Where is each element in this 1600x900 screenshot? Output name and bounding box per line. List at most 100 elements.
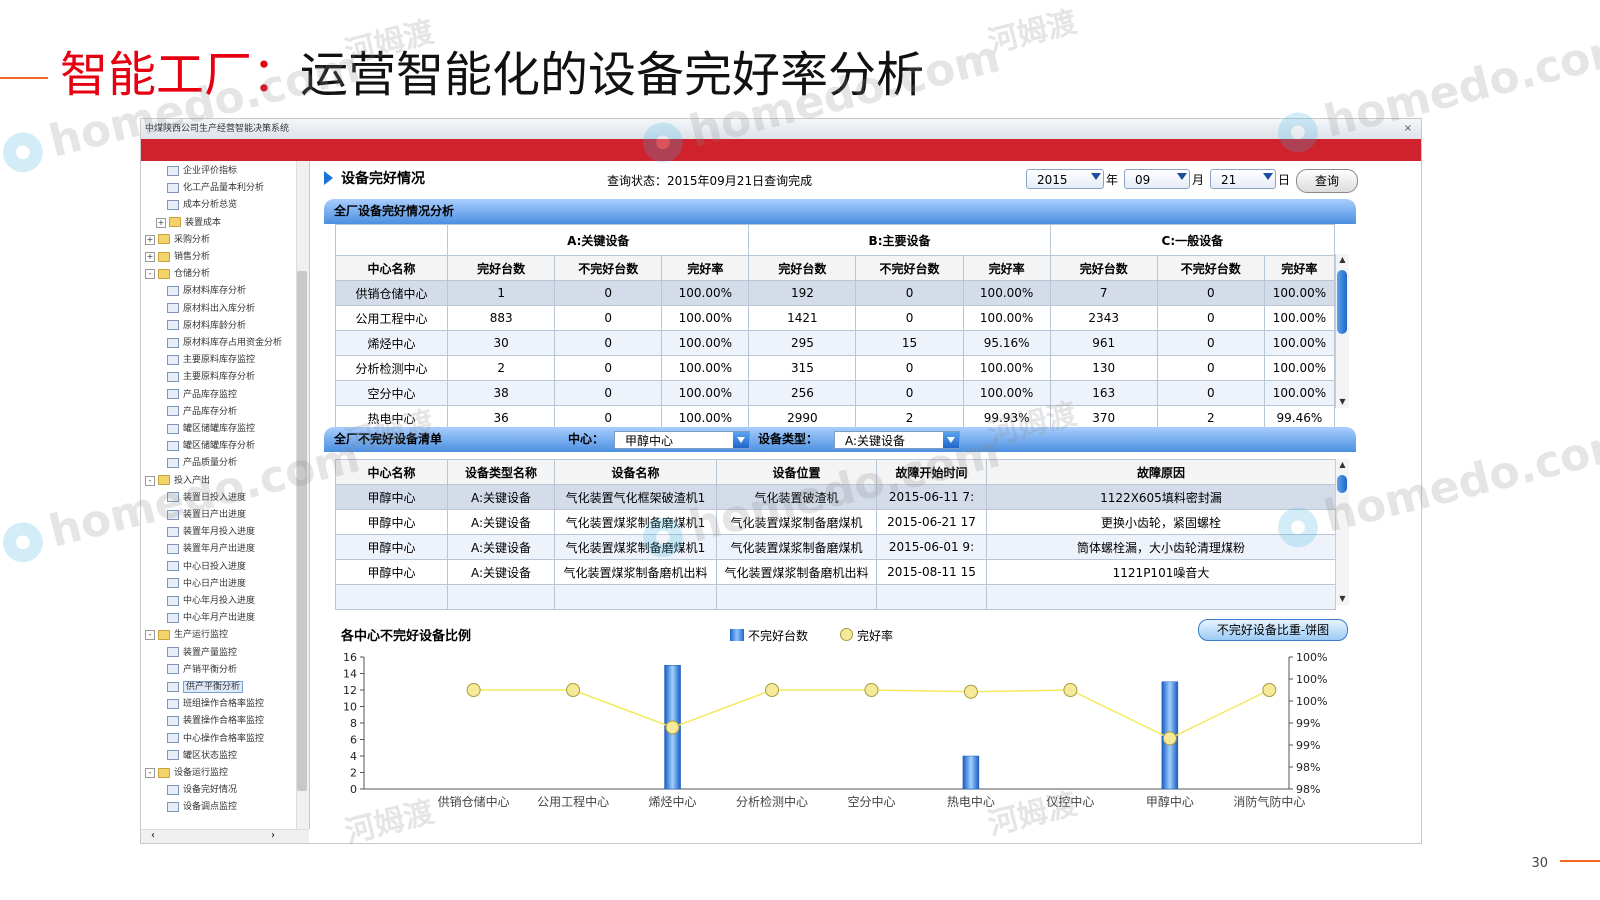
collapse-icon[interactable]: - <box>145 269 155 280</box>
column-header[interactable]: 故障开始时间 <box>876 459 987 485</box>
tree-item[interactable]: 班组操作合格率监控 <box>167 696 264 713</box>
tree-item[interactable]: 设备完好情况 <box>167 782 237 799</box>
tree-item[interactable]: 中心年月投入进度 <box>167 593 255 610</box>
column-header[interactable]: 完好率 <box>962 255 1051 281</box>
tree-item[interactable]: 中心日产出进度 <box>167 576 246 593</box>
table-row[interactable]: 公用工程中心 883 0 100.00% 1421 0 100.00% 2343 0 100.00… <box>334 305 1336 331</box>
tree-item[interactable]: 设备调点监控 <box>167 799 237 816</box>
expand-icon[interactable]: + <box>145 234 155 245</box>
pie-chart-button[interactable]: 不完好设备比重-饼图 <box>1198 619 1348 641</box>
collapse-icon[interactable]: - <box>145 768 155 778</box>
year-select[interactable]: 2015 <box>1026 169 1104 189</box>
column-header[interactable]: 完好台数 <box>1049 255 1158 281</box>
tree-item[interactable]: 主要原料库存监控 <box>167 352 255 369</box>
tree-item[interactable]: 原材料库存分析 <box>167 283 246 300</box>
tree-item[interactable]: 主要原料库存分析 <box>167 369 255 386</box>
tree-item[interactable]: 装置产量监控 <box>167 645 237 662</box>
scroll-down-icon[interactable]: ▼ <box>1336 593 1349 605</box>
column-header[interactable]: 完好率 <box>1263 255 1336 281</box>
close-icon[interactable]: × <box>1401 122 1415 136</box>
table-row[interactable]: 甲醇中心 A:关键设备 气化装置煤浆制备磨煤机1 气化装置煤浆制备磨煤机 2015-06… <box>335 534 1336 560</box>
column-header[interactable]: 完好台数 <box>748 255 857 281</box>
table-row[interactable]: 甲醇中心 A:关键设备 气化装置煤浆制备磨机出料 气化装置煤浆制备磨机出料 2015-0… <box>335 559 1336 585</box>
type-filter-select[interactable]: A:关键设备 <box>834 431 960 449</box>
scroll-thumb[interactable] <box>1337 475 1347 493</box>
column-header[interactable]: 不完好台数 <box>855 255 964 281</box>
column-header[interactable]: 设备名称 <box>554 459 717 485</box>
scroll-left-icon[interactable]: ‹ <box>151 830 155 841</box>
month-select[interactable]: 09 <box>1124 169 1190 189</box>
tree-item[interactable]: + 装置成本 <box>156 215 221 232</box>
scroll-thumb[interactable] <box>297 271 307 791</box>
tree-item[interactable]: 化工产品量本利分析 <box>167 180 264 197</box>
fault-vertical-scrollbar[interactable]: ▲ ▼ <box>1335 459 1349 605</box>
day-select[interactable]: 21 <box>1210 169 1276 189</box>
tree-item[interactable]: 原材料库存占用资金分析 <box>167 335 282 352</box>
column-header[interactable]: 完好台数 <box>447 255 556 281</box>
summary-vertical-scrollbar[interactable]: ▲ ▼ <box>1335 254 1349 408</box>
table-cell: 气化装置煤浆制备磨煤机 <box>716 534 877 560</box>
tree-item[interactable]: - 设备运行监控 <box>145 765 228 782</box>
collapse-icon[interactable]: - <box>145 630 155 641</box>
section-title: 设备完好情况 <box>341 171 425 187</box>
table-row[interactable]: 烯烃中心 30 0 100.00% 295 15 95.16% 961 0 100.00% <box>334 330 1336 356</box>
tree-item[interactable]: 罐区状态监控 <box>167 748 237 765</box>
tree-item[interactable]: 罐区储罐库存分析 <box>167 438 255 455</box>
table-row[interactable]: 分析检测中心 2 0 100.00% 315 0 100.00% 130 0 100.00% <box>334 355 1336 381</box>
tree-item[interactable]: 产销平衡分析 <box>167 662 237 679</box>
table-row[interactable]: 甲醇中心 A:关键设备 气化装置气化框架破渣机1 气化装置破渣机 2015-06-11 … <box>335 484 1336 510</box>
tree-item[interactable]: 中心年月产出进度 <box>167 610 255 627</box>
center-filter-select[interactable]: 甲醇中心 <box>614 431 750 449</box>
table-row[interactable]: 甲醇中心 A:关键设备 气化装置煤浆制备磨煤机1 气化装置煤浆制备磨煤机 2015-06… <box>335 509 1336 535</box>
tree-item[interactable]: 装置年月产出进度 <box>167 541 255 558</box>
table-row[interactable]: 空分中心 38 0 100.00% 256 0 100.00% 163 0 100.00% <box>334 380 1336 406</box>
tree-item[interactable]: 罐区储罐库存监控 <box>167 421 255 438</box>
column-header[interactable]: 完好率 <box>661 255 750 281</box>
tree-item[interactable]: - 投入产出 <box>145 473 210 490</box>
tree-item[interactable]: - 仓储分析 <box>145 266 210 283</box>
tree-item[interactable]: 装置日投入进度 <box>167 490 246 507</box>
column-header[interactable]: 中心名称 <box>334 255 449 281</box>
tree-item[interactable]: 中心日投入进度 <box>167 559 246 576</box>
tree-item[interactable]: 中心操作合格率监控 <box>167 731 264 748</box>
tree-item[interactable]: 产品库存监控 <box>167 387 237 404</box>
tree-item[interactable]: + 采购分析 <box>145 232 210 249</box>
table-cell: 256 <box>748 380 857 406</box>
scroll-up-icon[interactable]: ▲ <box>1336 254 1349 266</box>
column-header[interactable]: 故障原因 <box>986 459 1336 485</box>
tree-item[interactable]: 企业评价指标 <box>167 163 237 180</box>
column-header[interactable]: 设备类型名称 <box>447 459 555 485</box>
table-cell: 甲醇中心 <box>335 534 448 560</box>
tree-horizontal-scrollbar[interactable]: ‹ › <box>141 829 309 843</box>
tree-item[interactable]: 成本分析总览 <box>167 197 237 214</box>
table-cell: A:关键设备 <box>447 534 555 560</box>
column-header[interactable]: 不完好台数 <box>1156 255 1265 281</box>
x-tick-label: 仪控中心 <box>1046 794 1094 809</box>
tree-item[interactable]: 装置日产出进度 <box>167 507 246 524</box>
scroll-thumb[interactable] <box>1337 270 1347 334</box>
page-number: 30 <box>1531 856 1548 871</box>
table-row[interactable]: 供销仓储中心 1 0 100.00% 192 0 100.00% 7 0 100.00% <box>334 280 1336 306</box>
column-header[interactable]: 不完好台数 <box>554 255 663 281</box>
tree-item[interactable]: 产品质量分析 <box>167 455 237 472</box>
tree-item[interactable]: 原材料库龄分析 <box>167 318 246 335</box>
document-icon <box>167 733 179 744</box>
tree-item[interactable]: 供产平衡分析 <box>167 679 244 696</box>
column-header[interactable]: 中心名称 <box>335 459 448 485</box>
query-button[interactable]: 查询 <box>1296 169 1358 193</box>
collapse-icon[interactable]: - <box>145 475 155 486</box>
scroll-up-icon[interactable]: ▲ <box>1336 459 1349 471</box>
tree-item[interactable]: 装置操作合格率监控 <box>167 713 264 730</box>
tree-item-label: 供产平衡分析 <box>183 681 244 693</box>
tree-item[interactable]: - 生产运行监控 <box>145 627 228 644</box>
expand-icon[interactable]: + <box>145 252 155 262</box>
column-header[interactable]: 设备位置 <box>716 459 877 485</box>
tree-item[interactable]: 原材料出入库分析 <box>167 301 255 318</box>
scroll-right-icon[interactable]: › <box>271 830 275 841</box>
tree-item[interactable]: 产品库存分析 <box>167 404 237 421</box>
expand-icon[interactable]: + <box>156 217 166 228</box>
scroll-down-icon[interactable]: ▼ <box>1336 396 1349 408</box>
tree-item[interactable]: 装置年月投入进度 <box>167 524 255 541</box>
folder-icon <box>158 234 170 245</box>
tree-item[interactable]: + 销售分析 <box>145 249 210 266</box>
